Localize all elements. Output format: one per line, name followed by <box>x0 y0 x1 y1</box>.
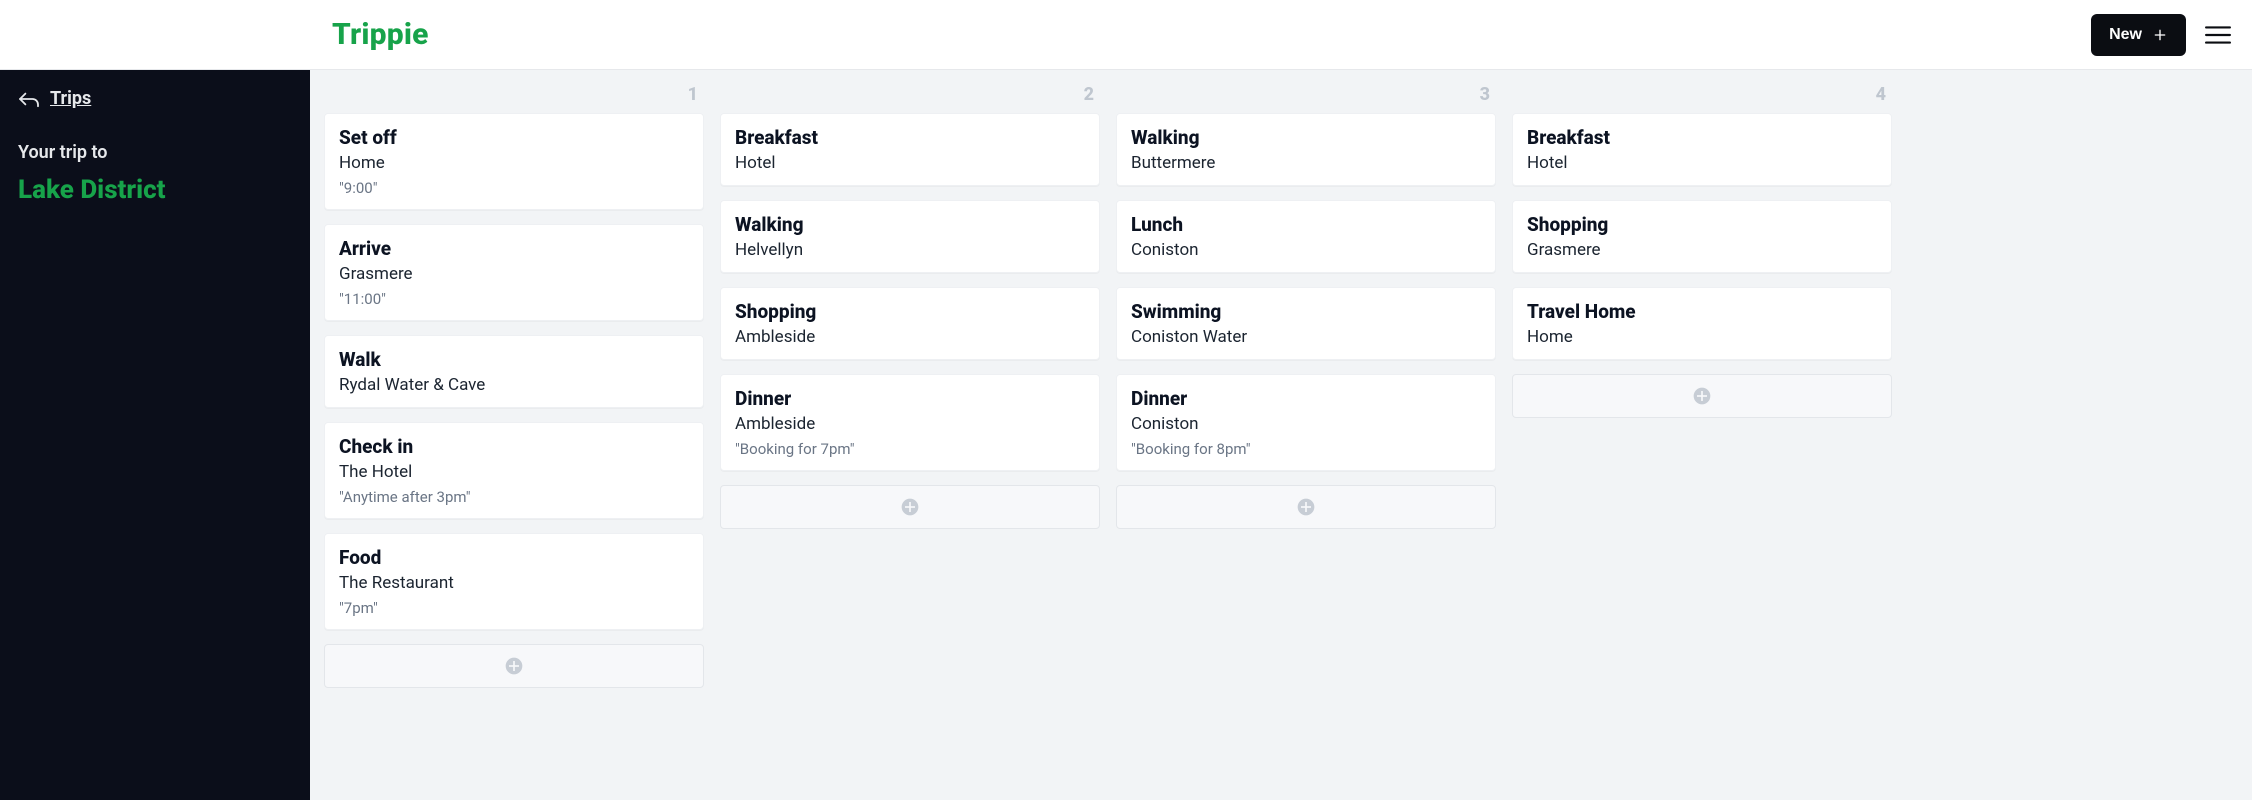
card-subtitle: Rydal Water & Cave <box>339 375 689 395</box>
card-title: Dinner <box>1131 387 1481 410</box>
activity-card[interactable]: Walking Helvellyn <box>720 200 1100 273</box>
card-subtitle: Grasmere <box>1527 240 1877 260</box>
card-subtitle: The Restaurant <box>339 573 689 593</box>
menu-button[interactable] <box>2204 21 2232 49</box>
card-subtitle: Coniston <box>1131 414 1481 434</box>
card-title: Check in <box>339 435 689 458</box>
app-header: Trippie New <box>0 0 2252 70</box>
activity-card[interactable]: Breakfast Hotel <box>720 113 1100 186</box>
card-title: Breakfast <box>1527 126 1877 149</box>
activity-card[interactable]: Shopping Grasmere <box>1512 200 1892 273</box>
card-title: Walking <box>735 213 1085 236</box>
card-title: Shopping <box>735 300 1085 323</box>
new-button[interactable]: New <box>2091 14 2186 56</box>
activity-card[interactable]: Travel Home Home <box>1512 287 1892 360</box>
card-list: Walking Buttermere Lunch Coniston Swimming Co… <box>1116 113 1496 529</box>
card-title: Shopping <box>1527 213 1877 236</box>
card-subtitle: Coniston Water <box>1131 327 1481 347</box>
day-column: 4 Breakfast Hotel Shopping Grasmere Travel Ho… <box>1512 80 1892 688</box>
board: 1 Set off Home "9:00" Arrive Grasmere "11:00" W… <box>310 70 2252 800</box>
card-title: Food <box>339 546 689 569</box>
header-actions: New <box>2091 14 2232 56</box>
card-title: Walking <box>1131 126 1481 149</box>
activity-card[interactable]: Swimming Coniston Water <box>1116 287 1496 360</box>
column-header: 4 <box>1512 80 1892 113</box>
main: Trips Your trip to Lake District 1 Set of… <box>0 70 2252 800</box>
activity-card[interactable]: Arrive Grasmere "11:00" <box>324 224 704 321</box>
activity-card[interactable]: Walking Buttermere <box>1116 113 1496 186</box>
plus-circle-icon <box>1692 386 1712 406</box>
card-subtitle: Buttermere <box>1131 153 1481 173</box>
column-index: 4 <box>1876 84 1886 105</box>
card-subtitle: The Hotel <box>339 462 689 482</box>
card-subtitle: Ambleside <box>735 414 1085 434</box>
activity-card[interactable]: Lunch Coniston <box>1116 200 1496 273</box>
activity-card[interactable]: Check in The Hotel "Anytime after 3pm" <box>324 422 704 519</box>
card-note: "Anytime after 3pm" <box>339 488 689 506</box>
activity-card[interactable]: Food The Restaurant "7pm" <box>324 533 704 630</box>
card-subtitle: Home <box>339 153 689 173</box>
column-index: 1 <box>688 84 698 105</box>
day-column: 2 Breakfast Hotel Walking Helvellyn Shopping A… <box>720 80 1100 688</box>
card-title: Dinner <box>735 387 1085 410</box>
plus-circle-icon <box>900 497 920 517</box>
columns: 1 Set off Home "9:00" Arrive Grasmere "11:00" W… <box>324 80 2242 688</box>
card-subtitle: Home <box>1527 327 1877 347</box>
add-card-button[interactable] <box>1512 374 1892 418</box>
card-note: "Booking for 8pm" <box>1131 440 1481 458</box>
card-subtitle: Ambleside <box>735 327 1085 347</box>
card-title: Breakfast <box>735 126 1085 149</box>
column-index: 2 <box>1084 84 1094 105</box>
day-column: 3 Walking Buttermere Lunch Coniston Swimming C… <box>1116 80 1496 688</box>
column-header: 2 <box>720 80 1100 113</box>
card-note: "9:00" <box>339 179 689 197</box>
sidebar: Trips Your trip to Lake District <box>0 70 310 800</box>
back-to-trips[interactable]: Trips <box>18 88 91 109</box>
card-subtitle: Coniston <box>1131 240 1481 260</box>
app-logo: Trippie <box>332 17 429 52</box>
card-note: "Booking for 7pm" <box>735 440 1085 458</box>
add-card-button[interactable] <box>1116 485 1496 529</box>
your-trip-label: Your trip to <box>18 142 292 163</box>
card-list: Breakfast Hotel Shopping Grasmere Travel Hom… <box>1512 113 1892 418</box>
column-header: 3 <box>1116 80 1496 113</box>
card-title: Walk <box>339 348 689 371</box>
hamburger-icon <box>2205 25 2231 45</box>
card-subtitle: Helvellyn <box>735 240 1085 260</box>
activity-card[interactable]: Walk Rydal Water & Cave <box>324 335 704 408</box>
add-card-button[interactable] <box>324 644 704 688</box>
column-index: 3 <box>1480 84 1490 105</box>
card-title: Arrive <box>339 237 689 260</box>
trip-name: Lake District <box>18 175 292 205</box>
card-title: Lunch <box>1131 213 1481 236</box>
card-title: Set off <box>339 126 689 149</box>
back-arrow-icon <box>18 90 40 108</box>
activity-card[interactable]: Set off Home "9:00" <box>324 113 704 210</box>
card-note: "11:00" <box>339 290 689 308</box>
new-button-label: New <box>2109 26 2142 44</box>
card-note: "7pm" <box>339 599 689 617</box>
card-subtitle: Grasmere <box>339 264 689 284</box>
card-subtitle: Hotel <box>735 153 1085 173</box>
plus-circle-icon <box>504 656 524 676</box>
activity-card[interactable]: Dinner Coniston "Booking for 8pm" <box>1116 374 1496 471</box>
day-column: 1 Set off Home "9:00" Arrive Grasmere "11:00" W… <box>324 80 704 688</box>
activity-card[interactable]: Breakfast Hotel <box>1512 113 1892 186</box>
activity-card[interactable]: Dinner Ambleside "Booking for 7pm" <box>720 374 1100 471</box>
column-header: 1 <box>324 80 704 113</box>
card-title: Travel Home <box>1527 300 1877 323</box>
plus-icon <box>2152 27 2168 43</box>
card-list: Breakfast Hotel Walking Helvellyn Shopping Am… <box>720 113 1100 529</box>
card-title: Swimming <box>1131 300 1481 323</box>
card-subtitle: Hotel <box>1527 153 1877 173</box>
plus-circle-icon <box>1296 497 1316 517</box>
activity-card[interactable]: Shopping Ambleside <box>720 287 1100 360</box>
card-list: Set off Home "9:00" Arrive Grasmere "11:00" Wa… <box>324 113 704 688</box>
back-link-label: Trips <box>50 88 91 109</box>
add-card-button[interactable] <box>720 485 1100 529</box>
